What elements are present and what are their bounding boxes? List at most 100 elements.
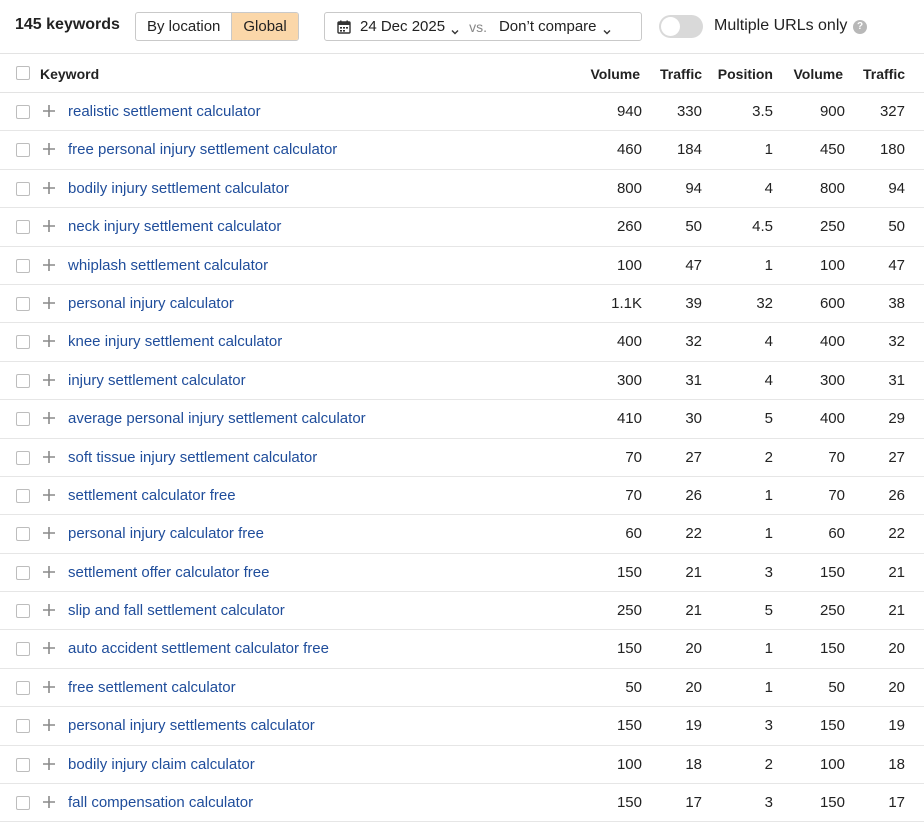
- row-checkbox[interactable]: [16, 220, 30, 235]
- traffic-column-header[interactable]: Traffic: [660, 66, 702, 82]
- volume-cell: 940: [616, 103, 642, 120]
- traffic-cell: 27: [685, 448, 702, 466]
- add-keyword-plus-icon[interactable]: [42, 565, 56, 579]
- help-icon[interactable]: ?: [853, 20, 867, 34]
- volume-cell-2: 250: [819, 602, 845, 620]
- add-keyword-plus-icon[interactable]: [42, 296, 56, 310]
- traffic-cell: 21: [685, 563, 702, 581]
- by-location-button[interactable]: By location: [136, 13, 231, 40]
- add-keyword-plus-icon[interactable]: [42, 718, 56, 732]
- volume-cell-2: 450: [819, 141, 845, 159]
- add-keyword-plus-icon[interactable]: [42, 373, 56, 387]
- add-keyword-plus-icon[interactable]: [42, 450, 56, 464]
- keyword-link[interactable]: knee injury settlement calculator: [68, 333, 282, 350]
- add-keyword-plus-icon[interactable]: [42, 641, 56, 655]
- keyword-link[interactable]: average personal injury settlement calcu…: [68, 410, 366, 427]
- keyword-link[interactable]: settlement offer calculator free: [68, 564, 270, 581]
- keyword-link[interactable]: personal injury settlements calculator: [68, 717, 315, 734]
- table-row: auto accident settlement calculator free…: [0, 630, 924, 669]
- add-keyword-plus-icon[interactable]: [42, 219, 56, 233]
- row-checkbox[interactable]: [16, 719, 30, 734]
- traffic-cell-2: 22: [888, 525, 905, 543]
- keyword-link[interactable]: bodily injury claim calculator: [68, 756, 255, 773]
- position-column-header[interactable]: Position: [718, 66, 773, 82]
- keyword-link[interactable]: neck injury settlement calculator: [68, 218, 281, 235]
- traffic-cell-2: 20: [888, 678, 905, 696]
- keyword-link[interactable]: free personal injury settlement calculat…: [68, 141, 337, 158]
- volume-cell-2: 100: [819, 755, 845, 773]
- keyword-link[interactable]: personal injury calculator free: [68, 525, 264, 542]
- add-keyword-plus-icon[interactable]: [42, 488, 56, 502]
- add-keyword-plus-icon[interactable]: [42, 104, 56, 118]
- keyword-link[interactable]: soft tissue injury settlement calculator: [68, 449, 317, 466]
- row-checkbox[interactable]: [16, 412, 30, 427]
- keyword-link[interactable]: free settlement calculator: [68, 679, 236, 696]
- row-checkbox[interactable]: [16, 143, 30, 158]
- add-keyword-plus-icon[interactable]: [42, 757, 56, 771]
- row-checkbox[interactable]: [16, 373, 30, 388]
- position-cell: 1: [764, 486, 773, 504]
- keyword-link[interactable]: slip and fall settlement calculator: [68, 602, 285, 619]
- add-keyword-plus-icon[interactable]: [42, 142, 56, 156]
- date-compare-dropdown[interactable]: 24 Dec 2025 vs. Don’t compare: [324, 12, 642, 41]
- add-keyword-plus-icon[interactable]: [42, 603, 56, 617]
- select-all-checkbox[interactable]: [16, 66, 30, 80]
- keyword-link[interactable]: settlement calculator free: [68, 487, 236, 504]
- add-keyword-plus-icon[interactable]: [42, 258, 56, 272]
- chevron-down-icon: [451, 23, 459, 34]
- add-keyword-plus-icon[interactable]: [42, 334, 56, 348]
- table-row: personal injury calculator free 60 22 1 …: [0, 515, 924, 554]
- volume-cell: 410: [616, 410, 642, 428]
- row-checkbox[interactable]: [16, 680, 30, 695]
- volume-cell-2: 100: [819, 256, 845, 274]
- add-keyword-plus-icon[interactable]: [42, 795, 56, 809]
- traffic-cell-2: 94: [888, 179, 905, 197]
- row-checkbox[interactable]: [16, 757, 30, 772]
- keyword-link[interactable]: realistic settlement calculator: [68, 103, 261, 120]
- add-keyword-plus-icon[interactable]: [42, 411, 56, 425]
- volume-cell-2: 150: [819, 794, 845, 812]
- position-cell: 32: [756, 294, 773, 312]
- table-row: personal injury calculator 1.1K 39 32 60…: [0, 285, 924, 324]
- keyword-link[interactable]: whiplash settlement calculator: [68, 257, 268, 274]
- position-cell: 1: [764, 678, 773, 696]
- volume-cell: 150: [616, 794, 642, 812]
- row-checkbox[interactable]: [16, 296, 30, 311]
- position-cell: 3: [764, 794, 773, 812]
- volume-cell: 460: [616, 141, 642, 159]
- volume-column-header[interactable]: Volume: [590, 66, 640, 82]
- table-row: injury settlement calculator 300 31 4 30…: [0, 362, 924, 401]
- table-row: fall compensation calculator 150 17 3 15…: [0, 784, 924, 823]
- row-checkbox[interactable]: [16, 450, 30, 465]
- keyword-column-header[interactable]: Keyword: [40, 66, 99, 82]
- traffic-cell-2: 31: [888, 371, 905, 389]
- row-checkbox[interactable]: [16, 642, 30, 657]
- volume-cell: 300: [616, 371, 642, 389]
- row-checkbox[interactable]: [16, 335, 30, 350]
- keyword-link[interactable]: bodily injury settlement calculator: [68, 180, 289, 197]
- row-checkbox[interactable]: [16, 181, 30, 196]
- table-row: knee injury settlement calculator 400 32…: [0, 323, 924, 362]
- multiple-urls-toggle[interactable]: [659, 15, 703, 38]
- add-keyword-plus-icon[interactable]: [42, 181, 56, 195]
- global-button[interactable]: Global: [231, 13, 298, 40]
- row-checkbox[interactable]: [16, 488, 30, 503]
- row-checkbox[interactable]: [16, 604, 30, 619]
- scope-segmented-control: By location Global: [135, 12, 299, 41]
- row-checkbox[interactable]: [16, 527, 30, 542]
- add-keyword-plus-icon[interactable]: [42, 526, 56, 540]
- traffic-cell: 50: [685, 218, 702, 236]
- volume-column-header-2[interactable]: Volume: [793, 66, 843, 82]
- chevron-down-icon: [603, 23, 611, 34]
- traffic-column-header-2[interactable]: Traffic: [863, 66, 905, 82]
- keyword-link[interactable]: fall compensation calculator: [68, 794, 253, 811]
- row-checkbox[interactable]: [16, 258, 30, 273]
- row-checkbox[interactable]: [16, 105, 30, 119]
- table-row: whiplash settlement calculator 100 47 1 …: [0, 247, 924, 285]
- keyword-link[interactable]: personal injury calculator: [68, 295, 234, 312]
- keyword-link[interactable]: auto accident settlement calculator free: [68, 640, 329, 657]
- keyword-link[interactable]: injury settlement calculator: [68, 372, 246, 389]
- add-keyword-plus-icon[interactable]: [42, 680, 56, 694]
- row-checkbox[interactable]: [16, 796, 30, 811]
- row-checkbox[interactable]: [16, 565, 30, 580]
